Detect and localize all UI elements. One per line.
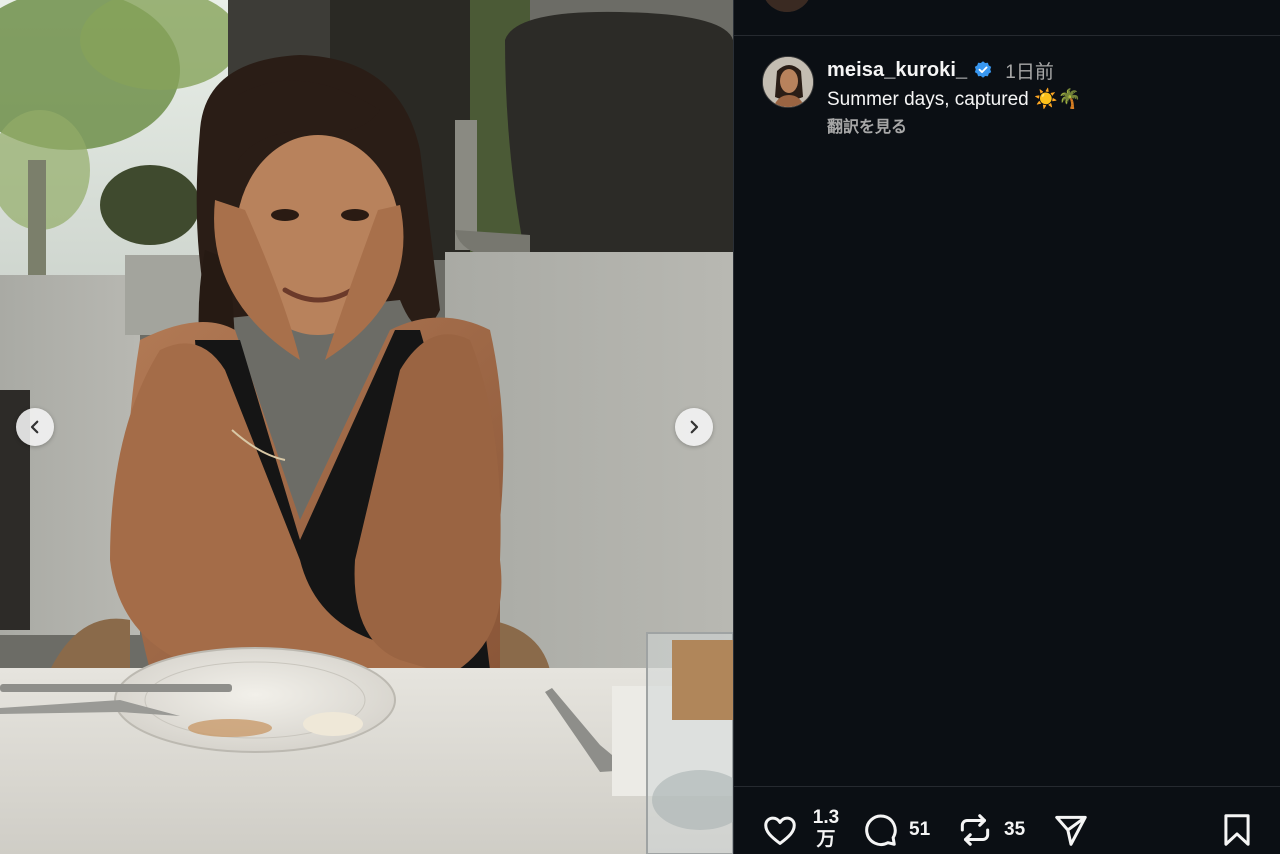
avatar-image	[762, 0, 812, 12]
repost-count: 35	[1004, 819, 1026, 840]
post-timestamp[interactable]: 1日前	[1005, 57, 1054, 84]
username-link[interactable]: meisa_kuroki_	[827, 59, 967, 82]
bookmark-icon	[1224, 814, 1250, 846]
author-avatar[interactable]	[762, 56, 814, 108]
post-caption: Summer days, captured ☀️🌴	[827, 89, 1082, 110]
save-button[interactable]	[1218, 811, 1256, 849]
like-count[interactable]: 1.3 万	[809, 807, 843, 851]
see-translation-link[interactable]: 翻訳を見る	[827, 113, 1081, 137]
like-count-unit: 万	[816, 829, 836, 850]
chevron-left-icon	[30, 420, 39, 434]
chevron-right-icon	[690, 420, 699, 434]
repost-button[interactable]: 35	[956, 811, 1025, 849]
share-button[interactable]	[1052, 811, 1090, 849]
like-count-number: 1.3	[812, 807, 840, 828]
repost-icon	[960, 814, 990, 846]
action-bar: 1.3 万 51 35	[734, 786, 1280, 854]
heart-icon	[764, 816, 796, 845]
previous-photo-button[interactable]	[16, 408, 54, 446]
comment-body: meisa_kuroki_ 1日前 Summer days, captured …	[827, 58, 1081, 137]
header-avatar[interactable]	[762, 0, 812, 12]
verified-badge-icon	[973, 60, 993, 80]
post-media[interactable]	[0, 0, 733, 854]
comment-button[interactable]: 51	[861, 811, 930, 849]
comment-count: 51	[909, 819, 931, 840]
avatar-image	[763, 57, 813, 107]
post-details-panel: meisa_kuroki_ 1日前 Summer days, captured …	[733, 0, 1280, 854]
comment-header: meisa_kuroki_ 1日前	[827, 57, 1081, 84]
post-photo	[0, 0, 733, 854]
send-icon	[1055, 815, 1087, 846]
panel-header	[734, 0, 1280, 36]
comment-icon	[865, 814, 897, 846]
like-button[interactable]: 1.3 万	[761, 807, 843, 851]
next-photo-button[interactable]	[675, 408, 713, 446]
